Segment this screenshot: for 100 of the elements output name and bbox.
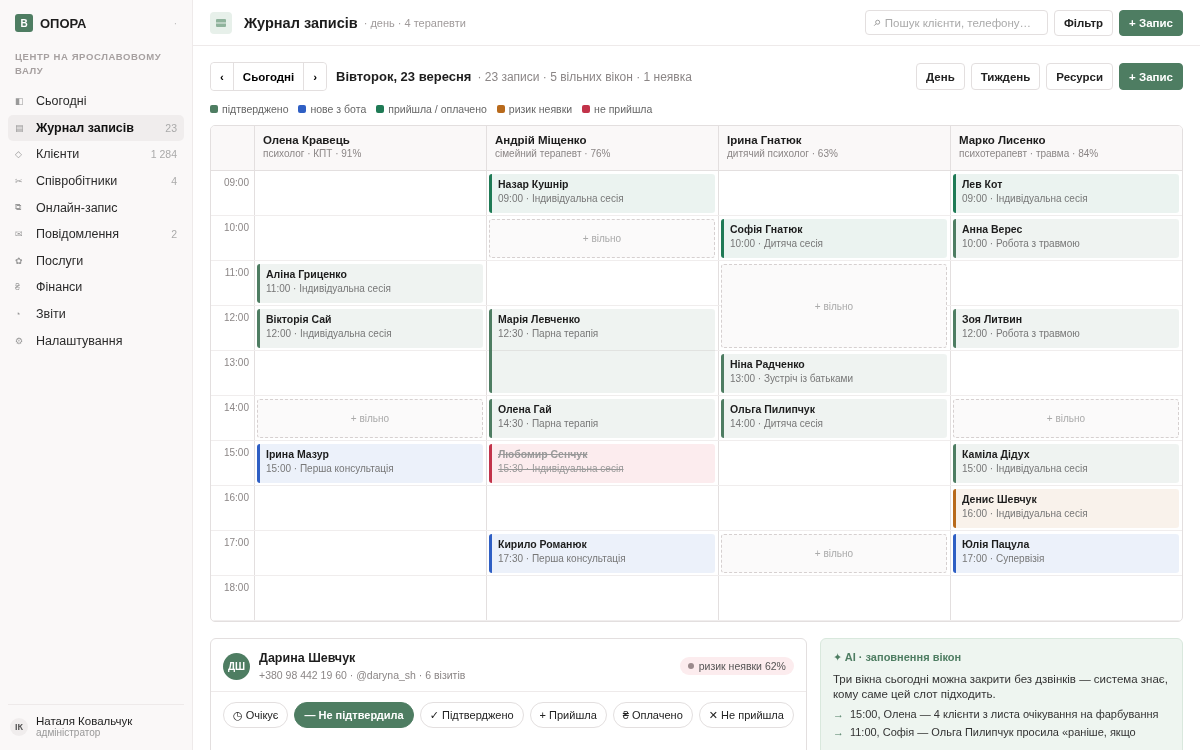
client-name: Зоя Литвин (962, 313, 1024, 325)
appointment-card[interactable]: Юлія Пацула 17:00 · Супервізія (953, 534, 1179, 573)
appointment-card[interactable]: Вікторія Сай 12:00 · Індивідуальна сесія (257, 309, 483, 348)
session-detail: 09:00 · Індивідуальна сесія (498, 193, 624, 204)
session-detail: 12:30 · Парна терапія (498, 328, 599, 339)
arrow-icon: → (832, 726, 844, 738)
appointment-card[interactable]: Каміла Дідух 15:00 · Індивідуальна сесія (953, 444, 1179, 483)
sidebar-item[interactable]: ◧ Сьогодні (8, 88, 184, 115)
client-name: Марія Левченко (498, 313, 582, 325)
hour-label: 17:00 (223, 537, 249, 548)
client-name: Ірина Мазур (266, 448, 330, 460)
appointment-card[interactable]: Ольга Пилипчук 14:00 · Дитяча сесія (721, 399, 947, 438)
ai-text: Три вікна сьогодні можна закрити без дзвінків — система знає, кому саме цей слот підходить. (832, 672, 1169, 702)
appointment-card[interactable]: Лев Кот 09:00 · Індивідуальна сесія (953, 174, 1179, 213)
session-detail: 12:00 · Робота з травмою (962, 328, 1080, 339)
client-avatar: ДШ (223, 652, 250, 680)
view-tab[interactable]: День (916, 63, 965, 90)
client-name: Каміла Дідух (962, 448, 1031, 460)
ai-title: ✦ AI · заповнення вікон (832, 651, 963, 664)
client-name: Софія Гнатюк (730, 223, 804, 235)
appointment-card[interactable]: Анна Верес 10:00 · Робота з травмою (953, 219, 1179, 258)
sidebar-item[interactable]: ▤ Журнал записів 23 (8, 114, 184, 142)
sidebar-item[interactable]: ₴ Фінанси (8, 274, 184, 301)
brand-name: ОПОРА (40, 15, 88, 31)
hour-label: 13:00 (223, 357, 249, 368)
session-detail: 10:00 · Робота з травмою (962, 238, 1080, 249)
appointment-card[interactable]: Назар Кушнір 09:00 · Індивідуальна сесія (489, 174, 715, 213)
client-name: Лев Кот (962, 178, 1004, 190)
hour-label: 18:00 (223, 582, 249, 593)
date-title: Вівторок, 23 вересня (336, 69, 472, 84)
legend-label: прийшла / оплачено (388, 103, 487, 115)
appointment-card[interactable]: Марія Левченко 12:30 · Парна терапія (489, 309, 715, 393)
status-button[interactable]: + Прийшла (529, 702, 607, 728)
sidebar-item[interactable]: ⚙ Налаштування (8, 327, 184, 354)
filter-button[interactable]: Фільтр (1054, 9, 1114, 36)
therapist-name: Ірина Гнатюк (727, 134, 803, 146)
sidebar-item[interactable]: ✉ Повідомлення 2 (8, 220, 184, 248)
status-button[interactable]: ◷ Очікує (223, 702, 289, 728)
status-button[interactable]: — Не підтвердила (294, 702, 414, 728)
session-detail: 17:00 · Супервізія (962, 553, 1045, 564)
appointment-card[interactable]: Аліна Гриценко 11:00 · Індивідуальна сесія (257, 264, 483, 303)
search-field[interactable]: Пошук клієнти, телефону… (865, 10, 1048, 35)
page-subtitle: · день · 4 терапевти (363, 16, 466, 29)
section-title: ЦЕНТР НА ЯРОСЛАВОВОМУ ВАЛУ (14, 50, 163, 78)
user-avatar: ІК (10, 717, 28, 736)
appointment-card[interactable]: Ірина Мазур 15:00 · Перша консультація (257, 444, 483, 483)
appointment-card[interactable]: Ніна Радченко 13:00 · Зустріч із батьками (721, 354, 947, 393)
therapist-info: дитячий психолог · 63% (727, 148, 839, 159)
client-name: Ніна Радченко (730, 358, 806, 370)
sidebar-item[interactable]: ✿ Послуги (8, 247, 184, 275)
day-summary: · 23 записи · 5 вільних вікон · 1 неявка (477, 69, 692, 84)
appointment-card[interactable]: Кирило Романюк 17:30 · Перша консультація (489, 534, 715, 573)
session-detail: 15:30 · Індивідуальна сесія (498, 463, 624, 474)
session-detail: 17:30 · Перша консультація (498, 553, 626, 564)
client-name: Дарина Шевчук (259, 651, 357, 665)
arrow-icon: → (832, 708, 844, 720)
add-button[interactable]: + Запис (1119, 9, 1183, 36)
appointment-card[interactable]: Денис Шевчук 16:00 · Індивідуальна сесія (953, 489, 1179, 528)
hour-label: 11:00 (224, 267, 249, 278)
status-button[interactable]: ✕ Не прийшла (698, 702, 794, 728)
therapist-info: психотерапевт · травма · 84% (959, 148, 1100, 159)
status-button[interactable]: ✓ Підтверджено (419, 702, 524, 728)
appointment-card[interactable]: Софія Гнатюк 10:00 · Дитяча сесія (721, 219, 947, 258)
sidebar-item[interactable]: ✂ Співробітники 4 (8, 167, 184, 195)
view-tab[interactable]: Ресурси (1046, 63, 1114, 90)
session-detail: 15:00 · Перша консультація (266, 463, 394, 474)
status-button[interactable]: ₴ Оплачено (612, 702, 693, 728)
journal-icon (210, 11, 232, 34)
hour-label: 12:00 (223, 312, 249, 323)
session-detail: 16:00 · Індивідуальна сесія (962, 508, 1088, 519)
sidebar-item[interactable]: ⧉ Онлайн-запис (8, 194, 184, 221)
legend-label: не прийшла (594, 103, 653, 115)
appointment-card[interactable]: Зоя Литвин 12:00 · Робота з травмою (953, 309, 1179, 348)
suggestion-link[interactable]: 11:00, Софія — Ольга Пилипчук просила «раніше, якщо (849, 726, 1136, 738)
therapist-info: сімейний терапевт · 76% (495, 148, 612, 159)
view-tab[interactable]: Тиждень (970, 63, 1041, 90)
client-contacts: +380 98 442 19 60 · @daryna_sh · 6 візитів (259, 669, 466, 681)
page-title: Журнал записів (244, 14, 358, 31)
session-detail: 13:00 · Зустріч із батьками (730, 373, 854, 384)
user-name: Наталя Ковальчук (36, 715, 133, 727)
add-button[interactable]: + Запис (1119, 63, 1183, 90)
client-name: Вікторія Сай (266, 313, 333, 325)
therapist-name: Андрій Міщенко (495, 134, 588, 146)
brand-logo: В (15, 14, 33, 32)
session-detail: 12:00 · Індивідуальна сесія (266, 328, 392, 339)
client-name: Юлія Пацула (962, 538, 1031, 550)
sidebar-item[interactable]: ◔ Звіти (8, 300, 184, 328)
client-name: Аліна Гриценко (266, 268, 348, 280)
today-button[interactable]: Сьогодні (232, 63, 305, 90)
hour-label: 14:00 (223, 402, 249, 413)
hour-label: 16:00 (223, 492, 249, 503)
search-icon (873, 18, 881, 27)
therapist-name: Марко Лисенко (959, 134, 1047, 146)
sidebar-item[interactable]: ◇ Клієнти 1 284 (8, 141, 184, 168)
risk-badge: ризик неявки 62% (679, 657, 794, 675)
therapist-info: психолог · КПТ · 91% (263, 148, 363, 159)
suggestion-link[interactable]: 15:00, Олена — 4 клієнти з листа очікування на фарбування (849, 708, 1159, 720)
session-detail: 15:00 · Індивідуальна сесія (962, 463, 1088, 474)
session-detail: 09:00 · Індивідуальна сесія (962, 193, 1088, 204)
appointment-card[interactable]: Олена Гай 14:30 · Парна терапія (489, 399, 715, 438)
